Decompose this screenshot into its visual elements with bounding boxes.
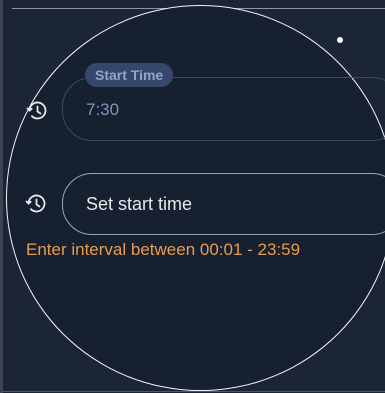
interval-hint: Enter interval between 00:01 - 23:59 <box>26 240 301 259</box>
set-start-time-placeholder[interactable]: Set start time <box>86 193 192 215</box>
history-icon <box>24 192 48 216</box>
page-indicator-dot <box>337 37 343 43</box>
start-time-label: Start Time <box>85 63 174 87</box>
history-icon <box>25 99 49 123</box>
left-edge-divider <box>0 0 3 393</box>
watch-screen: Start Time 7:30 Set start time Enter int… <box>0 0 385 393</box>
bottom-divider <box>3 391 385 392</box>
start-time-value[interactable]: 7:30 <box>86 99 119 121</box>
